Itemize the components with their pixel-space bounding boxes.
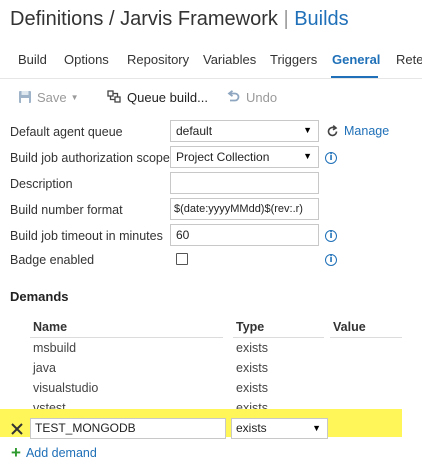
build-number-format-input[interactable]: $(date:yyyyMMdd)$(rev:.r) — [170, 198, 319, 220]
breadcrumb-framework[interactable]: Jarvis Framework — [120, 8, 278, 30]
tab-retention[interactable]: Reter — [396, 52, 422, 67]
title-divider: | — [283, 8, 289, 30]
save-icon — [19, 91, 31, 103]
label-description: Description — [10, 177, 73, 191]
refresh-icon — [327, 124, 338, 136]
demand-name-input[interactable]: TEST_MONGODB — [30, 418, 226, 439]
label-badge-enabled: Badge enabled — [10, 253, 95, 267]
default-agent-queue-select[interactable]: default ▼ — [170, 120, 319, 142]
demand-name: visualstudio — [33, 381, 99, 395]
add-demand-label: Add demand — [25, 446, 97, 460]
description-input[interactable] — [170, 172, 319, 194]
label-default-agent-queue: Default agent queue — [10, 125, 123, 139]
tab-triggers[interactable]: Triggers — [270, 52, 317, 67]
demands-heading: Demands — [10, 289, 69, 304]
breadcrumb-separator: / — [108, 8, 115, 30]
badge-enabled-checkbox[interactable] — [176, 253, 188, 265]
remove-icon[interactable] — [10, 422, 24, 436]
tab-options[interactable]: Options — [64, 52, 109, 67]
header-rule — [233, 337, 324, 338]
tab-general[interactable]: General — [332, 52, 380, 67]
info-icon[interactable]: i — [325, 152, 337, 164]
undo-icon — [227, 90, 240, 102]
timeout-input[interactable]: 60 — [170, 224, 319, 246]
undo-label: Undo — [246, 89, 278, 105]
tab-repository[interactable]: Repository — [127, 52, 189, 67]
demand-type: exists — [236, 341, 268, 355]
queue-build-icon — [107, 90, 121, 103]
page-title: Definitions / Jarvis Framework | Builds — [10, 8, 349, 31]
plus-icon: + — [11, 443, 21, 462]
save-label: Save — [37, 89, 67, 105]
auth-scope-select[interactable]: Project Collection ▼ — [170, 146, 319, 168]
auth-scope-value: Project Collection — [176, 150, 270, 164]
info-icon[interactable]: i — [325, 230, 337, 242]
column-header-value: Value — [333, 320, 366, 334]
demand-type-value: exists — [236, 421, 267, 435]
tab-build[interactable]: Build — [18, 52, 47, 67]
demand-type: exists — [236, 381, 268, 395]
manage-label: Manage — [344, 124, 390, 138]
demand-type: exists — [236, 361, 268, 375]
dropdown-caret-icon: ▼ — [303, 125, 312, 135]
queue-build-button[interactable]: Queue build... — [107, 88, 208, 106]
manage-link[interactable]: Manage — [326, 124, 389, 138]
dropdown-caret-icon: ▼ — [303, 151, 312, 161]
header-rule — [30, 337, 223, 338]
undo-button[interactable]: Undo — [226, 88, 277, 106]
demand-name: msbuild — [33, 341, 77, 355]
info-icon[interactable]: i — [325, 254, 337, 266]
label-auth-scope: Build job authorization scope — [10, 151, 170, 165]
label-timeout: Build job timeout in minutes — [10, 229, 163, 243]
demand-name: java — [33, 361, 56, 375]
save-button[interactable]: Save ▼ — [18, 88, 79, 106]
dropdown-caret-icon: ▼ — [312, 423, 321, 433]
default-agent-queue-value: default — [176, 124, 213, 138]
add-demand-link[interactable]: + Add demand — [11, 443, 97, 462]
save-dropdown-caret-icon[interactable]: ▼ — [71, 93, 79, 102]
queue-build-label: Queue build... — [127, 89, 208, 105]
demand-type-select[interactable]: exists ▼ — [231, 418, 328, 439]
label-build-number-format: Build number format — [10, 203, 123, 217]
column-header-type: Type — [236, 320, 265, 334]
breadcrumb-definitions[interactable]: Definitions — [10, 8, 103, 30]
tab-variables[interactable]: Variables — [203, 52, 256, 67]
breadcrumb-builds[interactable]: Builds — [294, 8, 348, 30]
tabs-divider — [0, 78, 422, 79]
header-rule — [330, 337, 402, 338]
column-header-name: Name — [33, 320, 68, 334]
